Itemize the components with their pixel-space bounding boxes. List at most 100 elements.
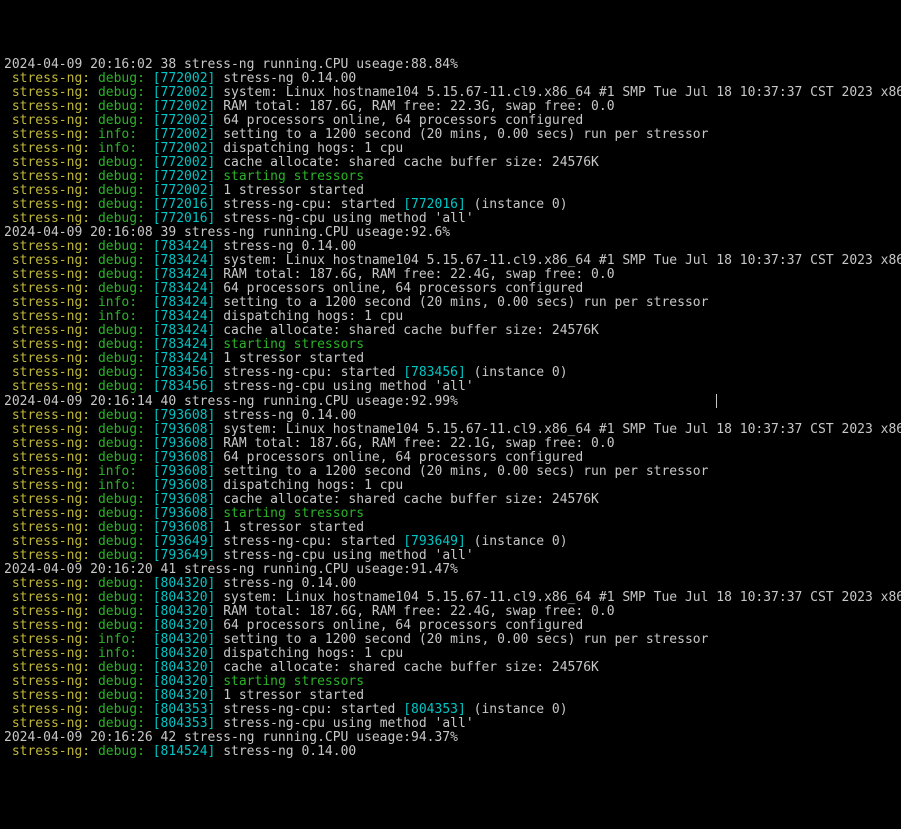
terminal-line: stress-ng: info: [804320] setting to a 1…: [4, 633, 897, 647]
stressng-prefix: stress-ng:: [12, 379, 90, 394]
pid-ref: [814524]: [153, 744, 216, 759]
debug-label: debug:: [98, 267, 145, 282]
pid-ref: [772016]: [153, 211, 216, 226]
version-text: stress-ng 0.14.00: [223, 576, 356, 591]
terminal-line: stress-ng: debug: [783424] system: Linux…: [4, 254, 897, 268]
debug-label: debug:: [98, 351, 145, 366]
pid-ref: [793608]: [153, 436, 216, 451]
stressng-prefix: stress-ng:: [12, 309, 90, 324]
pid-ref: [772002]: [153, 183, 216, 198]
using-all-text: stress-ng-cpu using method 'all': [223, 716, 473, 731]
stressng-prefix: stress-ng:: [12, 141, 90, 156]
stressng-prefix: stress-ng:: [12, 281, 90, 296]
pid-ref: [783424]: [153, 253, 216, 268]
stressng-prefix: stress-ng:: [12, 450, 90, 465]
stressng-prefix: stress-ng:: [12, 211, 90, 226]
using-all-text: stress-ng-cpu using method 'all': [223, 211, 473, 226]
pid-ref: [793649]: [403, 534, 466, 549]
terminal-line: stress-ng: debug: [804353] stress-ng-cpu…: [4, 717, 897, 731]
debug-label: debug:: [98, 548, 145, 563]
info-label: info:: [98, 478, 137, 493]
stressng-prefix: stress-ng:: [12, 744, 90, 759]
debug-label: debug:: [98, 281, 145, 296]
system-text: system: Linux hostname104 5.15.67-11.cl9…: [223, 422, 901, 437]
stressng-prefix: stress-ng:: [12, 337, 90, 352]
stressng-prefix: stress-ng:: [12, 85, 90, 100]
terminal-line: stress-ng: debug: [793608] cache allocat…: [4, 493, 897, 507]
stressng-prefix: stress-ng:: [12, 548, 90, 563]
pid-ref: [793608]: [153, 408, 216, 423]
pid-ref: [772002]: [153, 127, 216, 142]
pid-ref: [772002]: [153, 155, 216, 170]
version-text: stress-ng 0.14.00: [223, 239, 356, 254]
debug-label: debug:: [98, 744, 145, 759]
pid-ref: [804320]: [153, 576, 216, 591]
debug-label: debug:: [98, 576, 145, 591]
debug-label: debug:: [98, 702, 145, 717]
stressng-prefix: stress-ng:: [12, 520, 90, 535]
terminal-line: stress-ng: debug: [804320] RAM total: 18…: [4, 605, 897, 619]
pid-ref: [783456]: [153, 379, 216, 394]
procs-text: 64 processors online, 64 processors conf…: [223, 450, 583, 465]
status-line: 2024-04-09 20:16:26 42 stress-ng running…: [4, 730, 458, 745]
pid-ref: [804353]: [153, 702, 216, 717]
stressng-prefix: stress-ng:: [12, 478, 90, 493]
pid-ref: [793649]: [153, 548, 216, 563]
debug-label: debug:: [98, 660, 145, 675]
pid-ref: [783424]: [153, 281, 216, 296]
debug-label: debug:: [98, 337, 145, 352]
cache-text: cache allocate: shared cache buffer size…: [223, 155, 599, 170]
pid-ref: [783424]: [153, 295, 216, 310]
info-label: info:: [98, 127, 137, 142]
terminal-line: stress-ng: debug: [772002] cache allocat…: [4, 156, 897, 170]
stressng-prefix: stress-ng:: [12, 506, 90, 521]
cache-text: cache allocate: shared cache buffer size…: [223, 492, 599, 507]
terminal-line: stress-ng: debug: [804320] cache allocat…: [4, 661, 897, 675]
stressng-prefix: stress-ng:: [12, 365, 90, 380]
setting-text: setting to a 1200 second (20 mins, 0.00 …: [223, 127, 708, 142]
stressng-prefix: stress-ng:: [12, 408, 90, 423]
debug-label: debug:: [98, 169, 145, 184]
info-label: info:: [98, 295, 137, 310]
stressng-prefix: stress-ng:: [12, 422, 90, 437]
terminal-line: stress-ng: debug: [772016] stress-ng-cpu…: [4, 212, 897, 226]
pid-ref: [793608]: [153, 478, 216, 493]
terminal-line: stress-ng: debug: [783424] starting stre…: [4, 338, 897, 352]
terminal-line: stress-ng: debug: [804320] stress-ng 0.1…: [4, 577, 897, 591]
pid-ref: [783424]: [153, 309, 216, 324]
pid-ref: [772016]: [153, 197, 216, 212]
stressng-prefix: stress-ng:: [12, 295, 90, 310]
pid-ref: [804320]: [153, 674, 216, 689]
procs-text: 64 processors online, 64 processors conf…: [223, 281, 583, 296]
terminal-line: stress-ng: debug: [793608] 1 stressor st…: [4, 521, 897, 535]
pid-ref: [793649]: [153, 534, 216, 549]
dispatch-text: dispatching hogs: 1 cpu: [223, 141, 403, 156]
info-label: info:: [98, 464, 137, 479]
starting-text: starting stressors: [223, 674, 364, 689]
terminal-line: 2024-04-09 20:16:02 38 stress-ng running…: [4, 58, 897, 72]
pid-ref: [804320]: [153, 590, 216, 605]
pid-ref: [783456]: [403, 365, 466, 380]
info-label: info:: [98, 141, 137, 156]
pid-ref: [772002]: [153, 141, 216, 156]
stressng-prefix: stress-ng:: [12, 197, 90, 212]
debug-label: debug:: [98, 506, 145, 521]
cache-text: cache allocate: shared cache buffer size…: [223, 323, 599, 338]
terminal-line: stress-ng: debug: [804320] 64 processors…: [4, 619, 897, 633]
terminal-line: stress-ng: debug: [783424] RAM total: 18…: [4, 268, 897, 282]
stressng-prefix: stress-ng:: [12, 113, 90, 128]
terminal-line: stress-ng: debug: [793608] 64 processors…: [4, 451, 897, 465]
terminal-line: stress-ng: debug: [793649] stress-ng-cpu…: [4, 549, 897, 563]
status-line: 2024-04-09 20:16:08 39 stress-ng running…: [4, 225, 450, 240]
debug-label: debug:: [98, 85, 145, 100]
terminal-line: stress-ng: debug: [783456] stress-ng-cpu…: [4, 380, 897, 394]
terminal-line: 2024-04-09 20:16:20 41 stress-ng running…: [4, 563, 897, 577]
pid-ref: [772002]: [153, 99, 216, 114]
cache-text: cache allocate: shared cache buffer size…: [223, 660, 599, 675]
debug-label: debug:: [98, 520, 145, 535]
debug-label: debug:: [98, 534, 145, 549]
setting-text: setting to a 1200 second (20 mins, 0.00 …: [223, 295, 708, 310]
stressng-prefix: stress-ng:: [12, 660, 90, 675]
stressng-prefix: stress-ng:: [12, 590, 90, 605]
stressng-prefix: stress-ng:: [12, 99, 90, 114]
